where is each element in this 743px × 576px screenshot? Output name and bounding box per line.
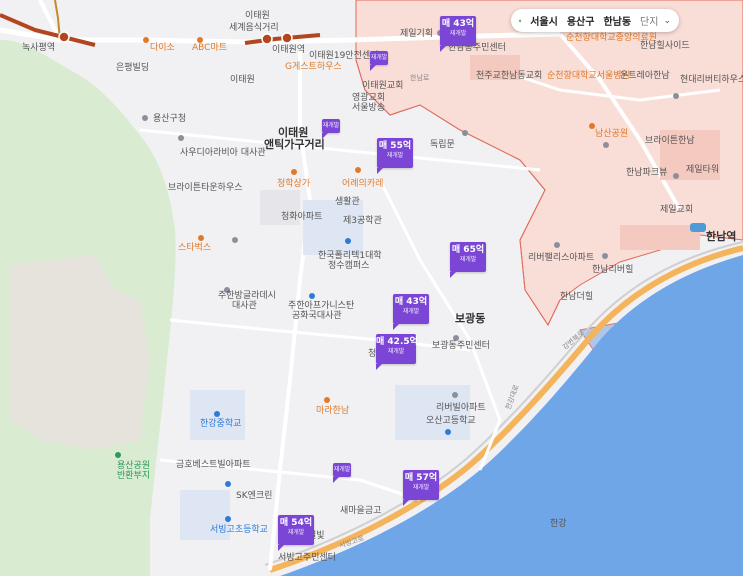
label-seobinggo: 서빙고초등학교 (210, 524, 268, 535)
label-seorae: 생활관 (335, 195, 360, 207)
marker-price: 매 42.5억 (376, 337, 418, 347)
label-soonchunhyang: 순천향대학교서울병원 (547, 69, 630, 81)
label-cheonghaksang: 청학상가 (277, 178, 310, 189)
marker-price: 매 54억 (279, 518, 313, 528)
listing-marker[interactable]: 매 43억 재개발 (440, 16, 476, 52)
label-sau: 사우디아라비아 대사관 (180, 147, 266, 158)
label-bogwang-center: 보광동주민센터 (432, 339, 490, 351)
listing-marker[interactable]: 매 54억 재개발 (278, 515, 314, 551)
label-yeonggwang: 영광교회 (352, 91, 385, 103)
label-jucheon2: 대사관 (232, 300, 257, 311)
label-yongsan-park2: 반환부지 (117, 469, 150, 481)
label-idaewon-church: 이태원교회 (362, 80, 403, 91)
label-hannam-hillside: 한남힐사이드 (640, 39, 690, 51)
listing-marker[interactable]: 매 65억 재개발 (450, 242, 486, 278)
marker-price: 매 57억 (404, 473, 438, 483)
label-seoul-elem: 서울방송 (352, 102, 385, 113)
label-onsong: 온트레아한남 (620, 70, 670, 81)
listing-marker-small[interactable]: 재개발 (322, 119, 340, 139)
location-pin-icon (519, 19, 522, 22)
marker-price: 매 55억 (378, 141, 412, 151)
label-jeilgihoek: 제일기획 (400, 27, 433, 39)
label-guesthouse: G게스트하우스 (285, 61, 342, 72)
label-itaewon: 이태원 (230, 74, 255, 85)
label-brian: 브라이튼타운하우스 (168, 182, 243, 193)
label-marthaswine: 마라한남 (316, 405, 349, 416)
label-yongsan-park1: 용산공원 (117, 460, 150, 471)
label-hangang-middle: 한강중학교 (200, 418, 241, 429)
listing-marker[interactable]: 매 43억 재개발 (393, 294, 429, 330)
label-seobinggo2: 서빙고주민센터 (278, 552, 336, 563)
label-hyundai-villa: 현대리버티하우스 (680, 74, 743, 85)
marker-type: 재개발 (322, 122, 340, 129)
label-cheonghwa: 청화아파트 (281, 211, 322, 222)
label-oscar: 오산고등학교 (426, 415, 476, 426)
label-noksapyeong: 녹사평역 (22, 42, 55, 53)
label-itaewon-food2: 세계음식거리 (229, 21, 279, 33)
breadcrumb-dong[interactable]: 한남동 (603, 13, 631, 28)
label-itaewon-antique1: 이태원 (278, 125, 308, 139)
listing-marker-small[interactable]: 재개발 (370, 51, 388, 71)
label-jeil-tower: 제일타워 (686, 164, 719, 175)
label-jucheon3: 주한아프가니스탄 (288, 300, 354, 311)
label-itaewon-food: 이태원 (245, 10, 270, 21)
label-brighton: 브라이튼한남 (645, 135, 695, 146)
map-canvas[interactable]: 이태원 세계음식거리 녹사평역 이태원역 이태원 이태원 앤틱가구거리 보광동 … (0, 0, 743, 576)
marker-type: 재개발 (386, 152, 404, 159)
label-hannam-tower: 한남더힐 (560, 290, 593, 302)
marker-type: 재개발 (449, 30, 467, 37)
marker-type: 재개발 (412, 484, 430, 491)
marker-type: 재개발 (387, 348, 405, 355)
listing-marker[interactable]: 매 57억 재개발 (403, 470, 439, 506)
breadcrumb-city[interactable]: 서울시 (530, 13, 558, 28)
label-bogwang: 보광동 (455, 312, 485, 325)
listing-marker[interactable]: 매 42.5억 재개발 (376, 334, 418, 370)
label-jucheon4: 공화국대사관 (292, 310, 342, 321)
label-sk: SK엔크린 (236, 490, 272, 501)
marker-type: 재개발 (333, 466, 351, 473)
label-hannam-apt: 금호베스트빌아파트 (176, 459, 251, 470)
label-itaewon-antique2: 앤틱가구거리 (264, 137, 325, 151)
label-ayaka: 이태원19안전센터 (309, 50, 378, 61)
breadcrumb-district[interactable]: 용산구 (567, 13, 595, 28)
label-hankuk: 한국폴리텍1대학 (318, 250, 382, 261)
label-river-apt: 리버팰리스아파트 (528, 251, 594, 263)
label-hangang: 한강 (550, 518, 567, 529)
label-abc: ABC마트 (192, 42, 227, 53)
label-hankuk2: 정수캠퍼스 (328, 259, 369, 271)
label-riverapt: 리버빌아파트 (436, 402, 486, 413)
marker-type: 재개발 (370, 54, 388, 61)
label-hannam-station: 한남역 (706, 229, 736, 243)
label-itaewon-station: 이태원역 (272, 44, 305, 55)
label-sungki: 새마을금고 (340, 505, 381, 516)
noksapyeong-station-icon[interactable] (58, 31, 70, 43)
marker-price: 매 43억 (441, 19, 475, 29)
location-breadcrumb: 서울시 용산구 한남동 단지 ⌄ (511, 9, 679, 32)
chevron-down-icon[interactable]: ⌄ (663, 16, 671, 26)
marker-price: 매 43억 (394, 297, 428, 307)
label-jucheon: 주한방글라데시 (218, 290, 276, 301)
marker-price: 매 65억 (451, 245, 485, 255)
label-jeil2: 제3공학관 (343, 215, 382, 226)
label-hannam-park: 한남파크뷰 (626, 167, 667, 178)
label-itaewon-restaurant: 어례의카레 (342, 178, 383, 189)
label-hannam-riverhill: 한남리버힐 (592, 263, 633, 275)
label-eunpyeong: 은평빌딩 (116, 62, 149, 73)
label-daiso: 다이소 (150, 42, 175, 53)
breadcrumb-type[interactable]: 단지 (640, 13, 658, 28)
marker-type: 재개발 (459, 256, 477, 263)
label-starbucks: 스타벅스 (178, 242, 211, 253)
label-yongsan-office: 용산구청 (153, 113, 186, 124)
marker-type: 재개발 (287, 529, 305, 536)
listing-marker-small[interactable]: 재개발 (333, 463, 351, 483)
label-namsan: 남산공원 (595, 128, 628, 139)
label-cheonju: 천주교한남동교회 (476, 70, 542, 81)
label-tokgdo: 독립문 (430, 139, 455, 150)
marker-type: 재개발 (402, 308, 420, 315)
label-jeil-church: 제일교회 (660, 204, 693, 215)
hannam-station-icon[interactable] (690, 223, 706, 232)
label-hannamro: 한남로 (410, 73, 430, 82)
listing-marker[interactable]: 매 55억 재개발 (377, 138, 413, 174)
